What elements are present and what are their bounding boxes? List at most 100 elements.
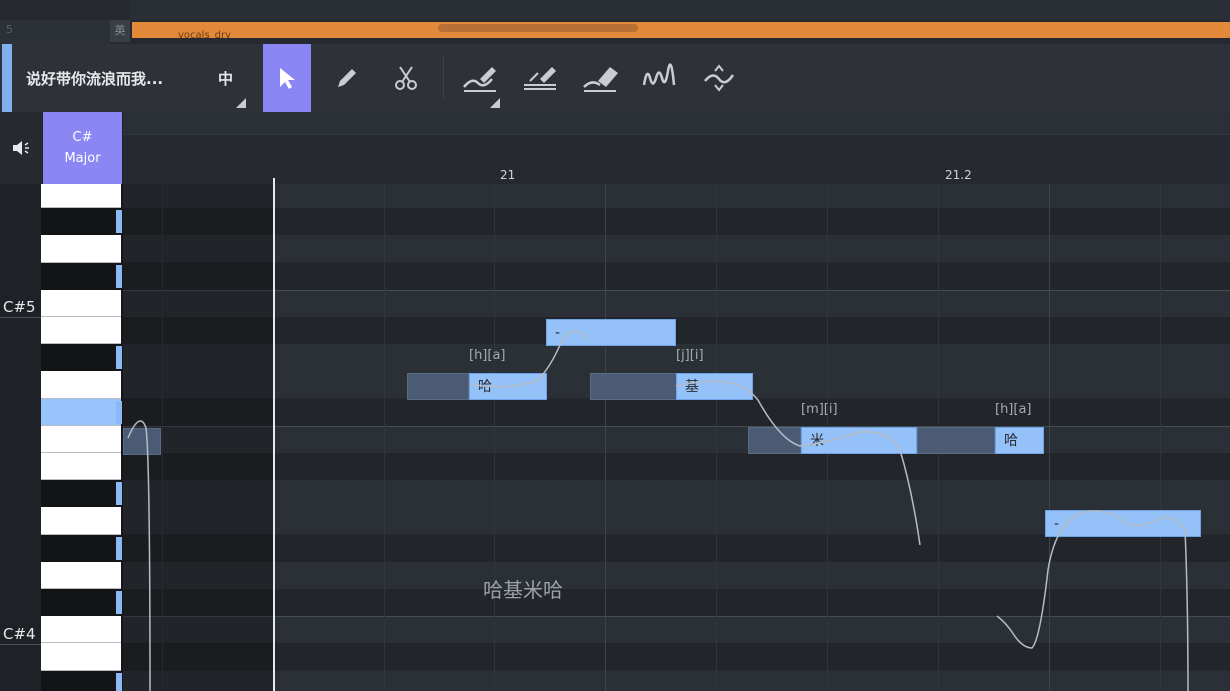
- grid-row: [123, 616, 1230, 645]
- ghost-note-block[interactable]: [123, 428, 161, 455]
- language-select[interactable]: 中: [218, 68, 233, 89]
- piano-key-edge: [116, 536, 122, 560]
- editor-toolbar: 说好带你流浪而我... 中: [0, 44, 1230, 112]
- clip-name: vocals_dry: [178, 30, 232, 38]
- track-strip: 5 英 vocals_dry: [0, 0, 1230, 44]
- cursor-arrow-icon: [280, 68, 295, 89]
- piano-roll-grid[interactable]: 哈 [h][a] - 基 [j][i] 米 [m][i] 哈 [h][a] - 哈基米哈: [123, 184, 1230, 691]
- toolbar-separator: [443, 56, 444, 100]
- piano-white-key[interactable]: [41, 643, 121, 671]
- piano-white-key[interactable]: [41, 235, 121, 263]
- phoneme-label: [h][a]: [995, 402, 1032, 417]
- grid-row: [123, 425, 1230, 454]
- phoneme-label: [m][i]: [801, 402, 838, 417]
- piano-black-key[interactable]: [41, 670, 115, 691]
- ruler-mark-21: 21: [500, 168, 516, 182]
- piano-white-key[interactable]: [41, 616, 121, 644]
- ghost-note-block[interactable]: [407, 373, 469, 400]
- ghost-note-block[interactable]: [748, 427, 801, 454]
- octave-line: [0, 317, 42, 318]
- key-root: C#: [72, 130, 93, 145]
- piano-white-key[interactable]: [41, 184, 121, 209]
- pencil-tool-button[interactable]: [323, 44, 371, 112]
- grid-beat-line: [384, 184, 385, 691]
- note-block[interactable]: 基: [676, 373, 753, 400]
- pitch-shift-icon: [704, 64, 735, 92]
- piano-white-key[interactable]: [41, 371, 121, 399]
- key-signature-button[interactable]: C# Major: [43, 112, 122, 184]
- ghost-note-block[interactable]: [917, 427, 995, 454]
- note-block[interactable]: 米: [801, 427, 917, 454]
- key-mode: Major: [64, 151, 101, 166]
- scissors-tool-button[interactable]: [382, 44, 430, 112]
- pitch-flatten-tool-button[interactable]: [516, 44, 564, 112]
- piano-key-edge: [116, 672, 122, 691]
- grid-row: [123, 398, 1230, 426]
- piano-white-key[interactable]: [41, 453, 121, 481]
- timeline-ruler[interactable]: 21 21.2: [123, 112, 1230, 184]
- piano-key-edge: [116, 346, 122, 370]
- piano-white-key[interactable]: [41, 425, 121, 453]
- octave-gutter: C#5 C#4: [0, 184, 42, 691]
- pitch-flatten-icon: [524, 67, 556, 90]
- pitch-draw-icon: [463, 67, 496, 92]
- phoneme-label: [j][i]: [676, 348, 704, 363]
- pitch-erase-tool-button[interactable]: [576, 44, 624, 112]
- piano-black-key[interactable]: [41, 480, 115, 508]
- piano-white-key[interactable]: [41, 507, 121, 535]
- octave-line: [0, 644, 42, 645]
- language-dropdown-corner-icon: [236, 98, 246, 108]
- track-lane-upper: [130, 0, 1230, 20]
- grid-row: [123, 289, 1230, 318]
- pitch-shift-tool-button[interactable]: [695, 44, 743, 112]
- preview-speaker-button[interactable]: [0, 112, 42, 184]
- audio-clip[interactable]: vocals_dry: [132, 22, 1230, 38]
- piano-key-edge: [116, 400, 122, 424]
- grid-beat-line: [1160, 184, 1161, 691]
- playhead[interactable]: [273, 178, 275, 691]
- note-block[interactable]: 哈: [995, 427, 1044, 454]
- piano-key-edge: [116, 264, 122, 288]
- pencil-icon: [338, 69, 356, 87]
- track-color-accent: [2, 44, 12, 112]
- grid-row: [123, 262, 1230, 290]
- piano-black-key[interactable]: [41, 344, 115, 372]
- piano-white-key[interactable]: [41, 317, 121, 345]
- note-block[interactable]: -: [1045, 510, 1201, 537]
- vibrato-tool-button[interactable]: [635, 44, 683, 112]
- scissors-icon: [395, 66, 417, 90]
- piano-key-edge: [116, 591, 122, 615]
- grid-row: [123, 208, 1230, 236]
- piano-root-key[interactable]: [41, 398, 121, 426]
- track-title[interactable]: 说好带你流浪而我...: [26, 68, 163, 89]
- piano-black-key[interactable]: [41, 208, 115, 236]
- note-block[interactable]: -: [546, 319, 676, 346]
- piano-keyboard[interactable]: [41, 184, 123, 691]
- piano-key-edge: [116, 482, 122, 506]
- piano-black-key[interactable]: [41, 262, 115, 290]
- track-language-button[interactable]: 英: [110, 20, 130, 42]
- ruler-bar-row: [123, 112, 1230, 135]
- speaker-icon: [13, 141, 29, 155]
- note-block[interactable]: 哈: [469, 373, 547, 400]
- pitch-draw-dropdown-corner-icon: [490, 98, 500, 108]
- select-tool-button[interactable]: [263, 44, 311, 112]
- octave-label-c5: C#5: [3, 298, 36, 316]
- grid-row: [123, 235, 1230, 263]
- clip-scroll-handle[interactable]: [438, 24, 638, 32]
- piano-white-key[interactable]: [41, 289, 121, 317]
- phoneme-label: [h][a]: [469, 348, 506, 363]
- track-number: 5: [0, 20, 110, 44]
- grid-row: [123, 561, 1230, 589]
- piano-black-key[interactable]: [41, 534, 115, 562]
- piano-white-key[interactable]: [41, 561, 121, 589]
- grid-row: [123, 589, 1230, 616]
- piano-black-key[interactable]: [41, 589, 115, 617]
- grid-beat-line: [716, 184, 717, 691]
- grid-row: [123, 643, 1230, 671]
- octave-label-c4: C#4: [3, 625, 36, 643]
- ghost-note-block[interactable]: [590, 373, 677, 400]
- pitch-eraser-icon: [583, 67, 618, 92]
- grid-beat-line: [494, 184, 495, 691]
- lyric-preview-text: 哈基米哈: [483, 578, 563, 602]
